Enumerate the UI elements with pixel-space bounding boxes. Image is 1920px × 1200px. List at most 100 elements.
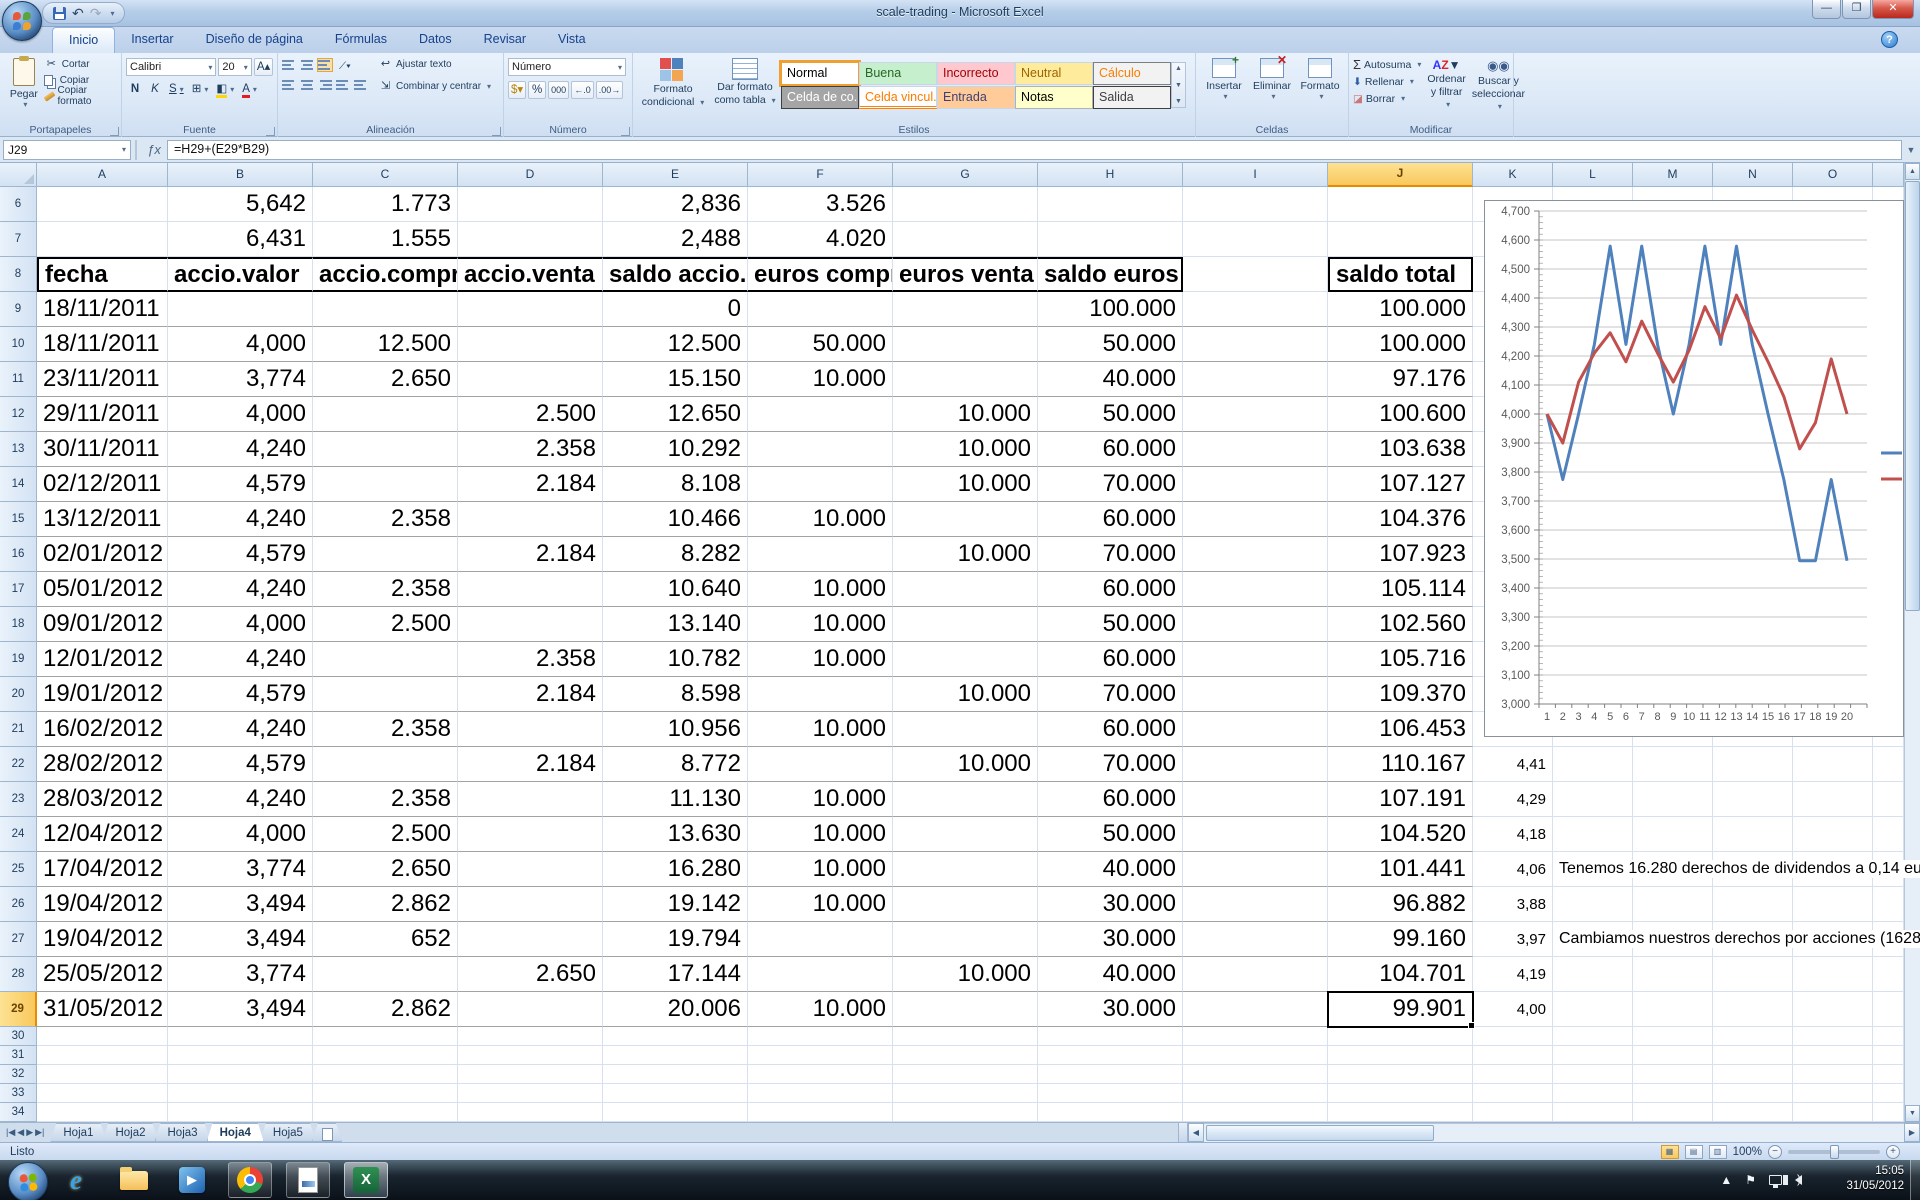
office-button[interactable] [2, 1, 42, 41]
cell-H24[interactable]: 50.000 [1038, 817, 1183, 852]
cell-N30[interactable] [1713, 1027, 1793, 1046]
row-header-10[interactable]: 10 [0, 327, 37, 362]
merge-center-button[interactable]: ⇲Combinar y centrar▾ [378, 78, 491, 94]
cell-B28[interactable]: 3,774 [168, 957, 313, 992]
cell-A27[interactable]: 19/04/2012 [37, 922, 168, 957]
cell-E31[interactable] [603, 1046, 748, 1065]
cell-C25[interactable]: 2.650 [313, 852, 458, 887]
cell-I21[interactable] [1183, 712, 1328, 747]
cell-G28[interactable]: 10.000 [893, 957, 1038, 992]
row-header-19[interactable]: 19 [0, 642, 37, 677]
cell-D13[interactable]: 2.358 [458, 432, 603, 467]
row-header-12[interactable]: 12 [0, 397, 37, 432]
ribbon-tab-vista[interactable]: Vista [542, 27, 602, 53]
cell-H19[interactable]: 60.000 [1038, 642, 1183, 677]
cell-E33[interactable] [603, 1084, 748, 1103]
percent-button[interactable]: % [528, 81, 546, 99]
cell-D9[interactable] [458, 292, 603, 327]
cell-A12[interactable]: 29/11/2011 [37, 397, 168, 432]
cell-C26[interactable]: 2.862 [313, 887, 458, 922]
name-box-dropdown-icon[interactable]: ▾ [122, 145, 126, 154]
cell-H6[interactable] [1038, 187, 1183, 222]
row-header-20[interactable]: 20 [0, 677, 37, 712]
cell-A8[interactable]: fecha [37, 257, 168, 292]
cell-J19[interactable]: 105.716 [1328, 642, 1473, 677]
cell-I28[interactable] [1183, 957, 1328, 992]
cell-E28[interactable]: 17.144 [603, 957, 748, 992]
cell-A15[interactable]: 13/12/2011 [37, 502, 168, 537]
cell-C32[interactable] [313, 1065, 458, 1084]
dialog-launcher-icon[interactable] [110, 127, 119, 136]
cell-B17[interactable]: 4,240 [168, 572, 313, 607]
cell-D12[interactable]: 2.500 [458, 397, 603, 432]
cell-N32[interactable] [1713, 1065, 1793, 1084]
zoom-level[interactable]: 100% [1733, 1146, 1762, 1158]
cell-B34[interactable] [168, 1103, 313, 1122]
font-name-select[interactable]: Calibri▾ [126, 58, 216, 76]
cell-E23[interactable]: 11.130 [603, 782, 748, 817]
cell-H32[interactable] [1038, 1065, 1183, 1084]
cell-C30[interactable] [313, 1027, 458, 1046]
cell-F21[interactable]: 10.000 [748, 712, 893, 747]
decrease-indent-icon[interactable] [336, 79, 350, 91]
cell-I23[interactable] [1183, 782, 1328, 817]
bold-button[interactable]: N [126, 80, 144, 98]
cell-L29[interactable] [1553, 992, 1633, 1027]
cell-F26[interactable]: 10.000 [748, 887, 893, 922]
sheet-tab-hoja4[interactable]: Hoja4 [207, 1123, 264, 1142]
cell-D19[interactable]: 2.358 [458, 642, 603, 677]
cell-C28[interactable] [313, 957, 458, 992]
row-header-23[interactable]: 23 [0, 782, 37, 817]
cell-G30[interactable] [893, 1027, 1038, 1046]
cell-A21[interactable]: 16/02/2012 [37, 712, 168, 747]
cell-B6[interactable]: 5,642 [168, 187, 313, 222]
cell-L25[interactable]: Tenemos 16.280 derechos de dividendos a … [1553, 852, 1633, 887]
tray-expand-icon[interactable]: ▲ [1720, 1173, 1732, 1187]
cell-O32[interactable] [1793, 1065, 1873, 1084]
cell-I19[interactable] [1183, 642, 1328, 677]
cell-D11[interactable] [458, 362, 603, 397]
cell-B23[interactable]: 4,240 [168, 782, 313, 817]
cell-E11[interactable]: 15.150 [603, 362, 748, 397]
cell-P28[interactable] [1873, 957, 1904, 992]
cell-G22[interactable]: 10.000 [893, 747, 1038, 782]
cell-G8[interactable]: euros venta [893, 257, 1038, 292]
cell-E12[interactable]: 12.650 [603, 397, 748, 432]
cell-D32[interactable] [458, 1065, 603, 1084]
paste-button[interactable]: Pegar▾ [4, 56, 44, 109]
cell-C19[interactable] [313, 642, 458, 677]
start-button[interactable] [8, 1162, 48, 1200]
cell-N28[interactable] [1713, 957, 1793, 992]
cell-A23[interactable]: 28/03/2012 [37, 782, 168, 817]
cell-K25[interactable]: 4,06 [1473, 852, 1553, 887]
cell-C34[interactable] [313, 1103, 458, 1122]
cell-I14[interactable] [1183, 467, 1328, 502]
cell-style-salida[interactable]: Salida [1093, 86, 1171, 109]
cell-N22[interactable] [1713, 747, 1793, 782]
cell-D15[interactable] [458, 502, 603, 537]
cell-J22[interactable]: 110.167 [1328, 747, 1473, 782]
normal-view-button[interactable]: ▦ [1661, 1145, 1679, 1159]
row-header-16[interactable]: 16 [0, 537, 37, 572]
row-header-18[interactable]: 18 [0, 607, 37, 642]
column-header-O[interactable]: O [1793, 163, 1873, 187]
cell-G14[interactable]: 10.000 [893, 467, 1038, 502]
cell-style-incorrecto[interactable]: Incorrecto [937, 62, 1015, 85]
cell-I30[interactable] [1183, 1027, 1328, 1046]
column-header-I[interactable]: I [1183, 163, 1328, 187]
cell-B27[interactable]: 3,494 [168, 922, 313, 957]
cell-M32[interactable] [1633, 1065, 1713, 1084]
row-header-17[interactable]: 17 [0, 572, 37, 607]
cell-B13[interactable]: 4,240 [168, 432, 313, 467]
cell-style-neutral[interactable]: Neutral [1015, 62, 1093, 85]
taskbar-document-icon[interactable] [286, 1162, 330, 1198]
row-header-11[interactable]: 11 [0, 362, 37, 397]
row-header-31[interactable]: 31 [0, 1046, 37, 1065]
cell-N29[interactable] [1713, 992, 1793, 1027]
cell-A26[interactable]: 19/04/2012 [37, 887, 168, 922]
cell-J14[interactable]: 107.127 [1328, 467, 1473, 502]
cell-E20[interactable]: 8.598 [603, 677, 748, 712]
row-header-21[interactable]: 21 [0, 712, 37, 747]
cell-O33[interactable] [1793, 1084, 1873, 1103]
row-header-30[interactable]: 30 [0, 1027, 37, 1046]
